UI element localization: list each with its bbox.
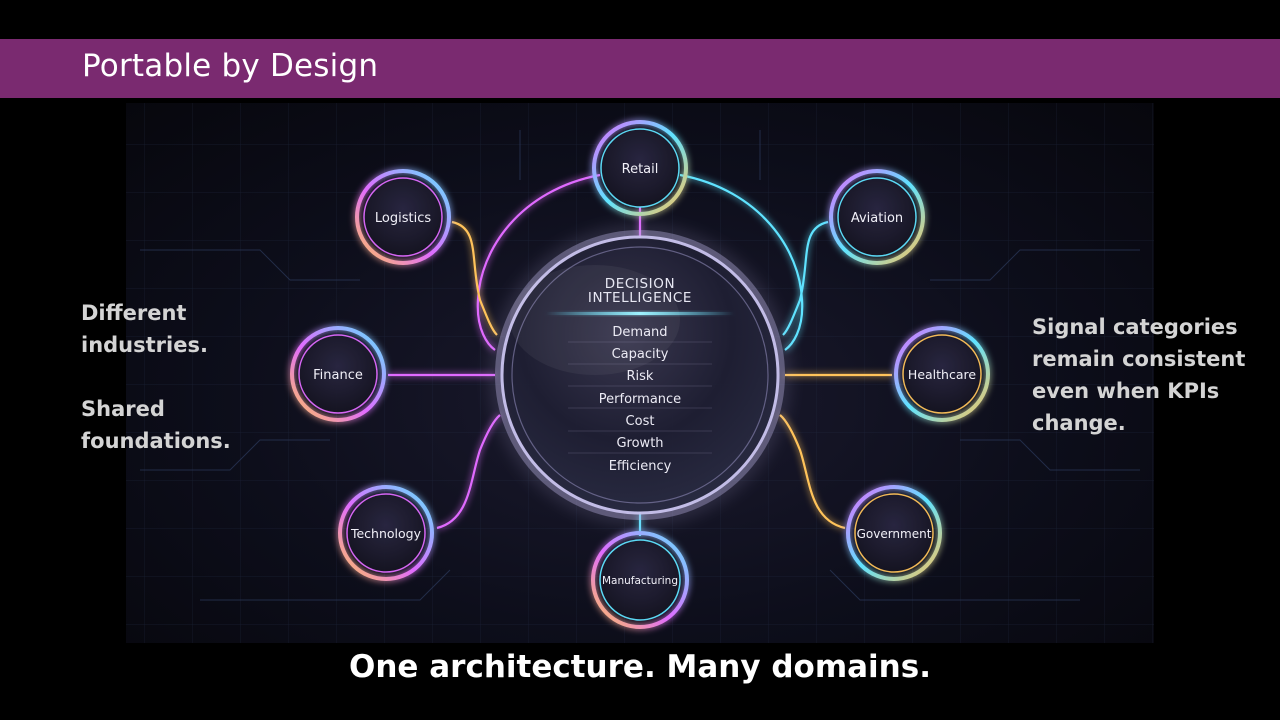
left-text-line: Shared [81, 397, 165, 421]
node-healthcare: Healthcare [894, 326, 990, 422]
node-technology: Technology [338, 485, 434, 581]
domain-diagram: DECISION INTELLIGENCE Demand Capacity Ri… [126, 103, 1154, 643]
node-aviation: Aviation [829, 169, 925, 265]
left-text-industries: Different industries. [81, 297, 208, 361]
right-text-signal-categories: Signal categories remain consistent even… [1032, 311, 1272, 439]
right-text-line: remain consistent [1032, 347, 1246, 371]
signal-growth: Growth [616, 436, 663, 451]
signal-efficiency: Efficiency [609, 459, 672, 474]
node-retail: Retail [592, 120, 688, 216]
signal-demand: Demand [612, 325, 667, 340]
node-label-aviation: Aviation [851, 211, 903, 226]
left-text-line: foundations. [81, 429, 231, 453]
signal-performance: Performance [599, 392, 681, 407]
signal-cost: Cost [626, 414, 655, 429]
node-government: Government [846, 485, 942, 581]
signal-capacity: Capacity [612, 347, 669, 362]
node-label-retail: Retail [622, 162, 659, 177]
left-text-foundations: Shared foundations. [81, 393, 231, 457]
node-logistics: Logistics [355, 169, 451, 265]
right-text-line: even when KPIs [1032, 379, 1220, 403]
node-label-manufacturing: Manufacturing [602, 575, 678, 587]
hub-title-line2: INTELLIGENCE [588, 290, 692, 306]
node-label-logistics: Logistics [375, 211, 431, 226]
signal-risk: Risk [627, 369, 654, 384]
node-label-government: Government [857, 527, 932, 541]
decision-intelligence-hub: DECISION INTELLIGENCE Demand Capacity Ri… [495, 230, 785, 520]
left-text-line: industries. [81, 333, 208, 357]
node-label-healthcare: Healthcare [908, 367, 976, 382]
tagline: One architecture. Many domains. [349, 649, 931, 685]
right-text-line: Signal categories [1032, 315, 1238, 339]
node-label-technology: Technology [350, 526, 422, 541]
diagram-panel: DECISION INTELLIGENCE Demand Capacity Ri… [126, 103, 1154, 643]
slide-title: Portable by Design [82, 48, 379, 84]
right-text-line: change. [1032, 411, 1126, 435]
hub-divider [546, 312, 734, 315]
left-text-line: Different [81, 301, 187, 325]
node-label-finance: Finance [313, 368, 363, 383]
node-manufacturing: Manufacturing [591, 531, 689, 629]
node-finance: Finance [290, 326, 386, 422]
